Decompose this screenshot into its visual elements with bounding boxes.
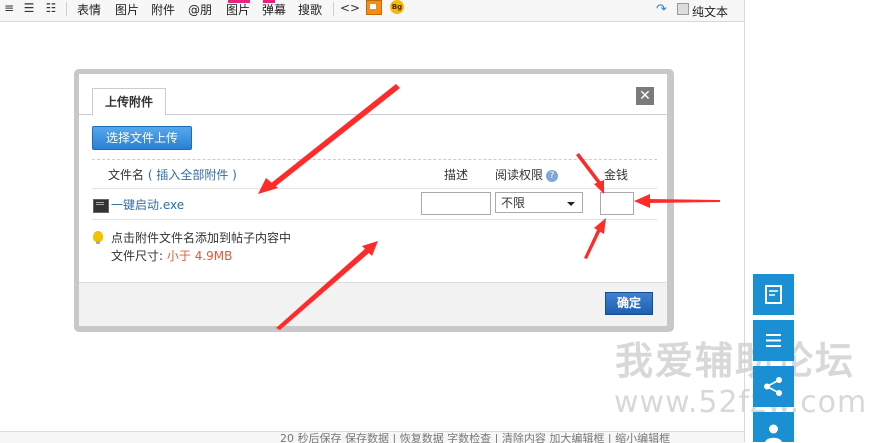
side-menu-button[interactable] (753, 320, 794, 361)
toolbar-mention[interactable]: @朋 (188, 3, 212, 17)
toolbar-danmaku[interactable]: 弹幕 (262, 3, 286, 17)
redo-icon[interactable]: ↷ (656, 2, 667, 17)
user-icon (765, 424, 782, 443)
align-icon[interactable]: ≡ (2, 1, 16, 15)
watermark-cn: 我爱辅助论坛 (615, 339, 856, 383)
permission-label: 阅读权限 (495, 168, 544, 182)
read-permission-value: 不限 (501, 196, 526, 210)
file-size-label: 文件尺寸: (111, 249, 164, 263)
attachment-tip: 点击附件文件名添加到帖子内容中 (111, 231, 292, 245)
chevron-down-icon (567, 202, 575, 206)
edit-document-icon (765, 285, 782, 304)
editor-toolbar: ≡ ☰ ☷ 表情 图片 附件 @朋 图片 弹幕 搜歌 <> Bg ↷ 纯文本 (0, 0, 744, 22)
toolbar-divider (333, 2, 334, 16)
watermark-url: www.52fzw.com (614, 385, 868, 420)
select-file-upload-button[interactable]: 选择文件上传 (92, 126, 192, 150)
divider (92, 219, 657, 220)
toolbar-image[interactable]: 图片 (115, 3, 139, 17)
divider (92, 188, 657, 189)
exe-file-icon (93, 199, 109, 213)
price-input[interactable] (600, 192, 634, 215)
insert-image-icon[interactable] (366, 0, 382, 15)
column-header-description: 描述 (444, 168, 469, 182)
toolbar-emoji[interactable]: 表情 (77, 3, 101, 17)
side-post-button[interactable] (753, 274, 794, 315)
attachment-file-name[interactable]: 一键启动.exe (111, 198, 184, 212)
filename-label: 文件名 (108, 168, 145, 182)
file-size-limit: 文件尺寸: 小于 4.9MB (111, 249, 232, 263)
upload-attachment-dialog: 上传附件 ✕ 选择文件上传 文件名 ( 插入全部附件 ) 描述 阅读权限? 金钱… (79, 74, 667, 326)
column-header-permission: 阅读权限? (495, 168, 559, 182)
unordered-list-icon[interactable]: ☷ (44, 1, 58, 15)
close-icon[interactable]: ✕ (636, 87, 654, 105)
side-user-button[interactable] (753, 412, 794, 443)
description-input[interactable] (421, 192, 491, 215)
toolbar-image-2[interactable]: 图片 (226, 3, 250, 17)
ordered-list-icon[interactable]: ☰ (22, 1, 36, 15)
toolbar-attachment[interactable]: 附件 (151, 3, 175, 17)
plain-text-label[interactable]: 纯文本 (692, 3, 728, 20)
code-icon[interactable]: <> (340, 1, 360, 15)
background-icon[interactable]: Bg (390, 0, 404, 14)
divider (92, 159, 657, 160)
toolbar-divider (66, 2, 67, 16)
dialog-header: 上传附件 ✕ (79, 74, 667, 116)
lightbulb-icon (93, 231, 103, 244)
list-icon (766, 334, 781, 347)
help-icon[interactable]: ? (546, 169, 559, 182)
column-header-price: 金钱 (604, 168, 629, 182)
share-icon (764, 377, 782, 396)
dialog-footer: 确定 (79, 282, 667, 326)
file-size-value: 小于 4.9MB (166, 249, 233, 263)
side-share-button[interactable] (753, 366, 794, 407)
column-header-filename: 文件名 ( 插入全部附件 ) (108, 168, 237, 182)
plain-text-checkbox[interactable] (677, 3, 689, 15)
insert-all-attachments-link[interactable]: ( 插入全部附件 ) (148, 168, 237, 182)
editor-status-bar: 20 秒后保存 保存数据 | 恢复数据 字数检查 | 清除内容 加大编辑框 | … (0, 431, 744, 443)
confirm-button[interactable]: 确定 (605, 292, 653, 315)
read-permission-select[interactable]: 不限 (495, 192, 583, 213)
tab-upload-attachment[interactable]: 上传附件 (92, 88, 166, 116)
toolbar-song-search[interactable]: 搜歌 (298, 3, 322, 17)
